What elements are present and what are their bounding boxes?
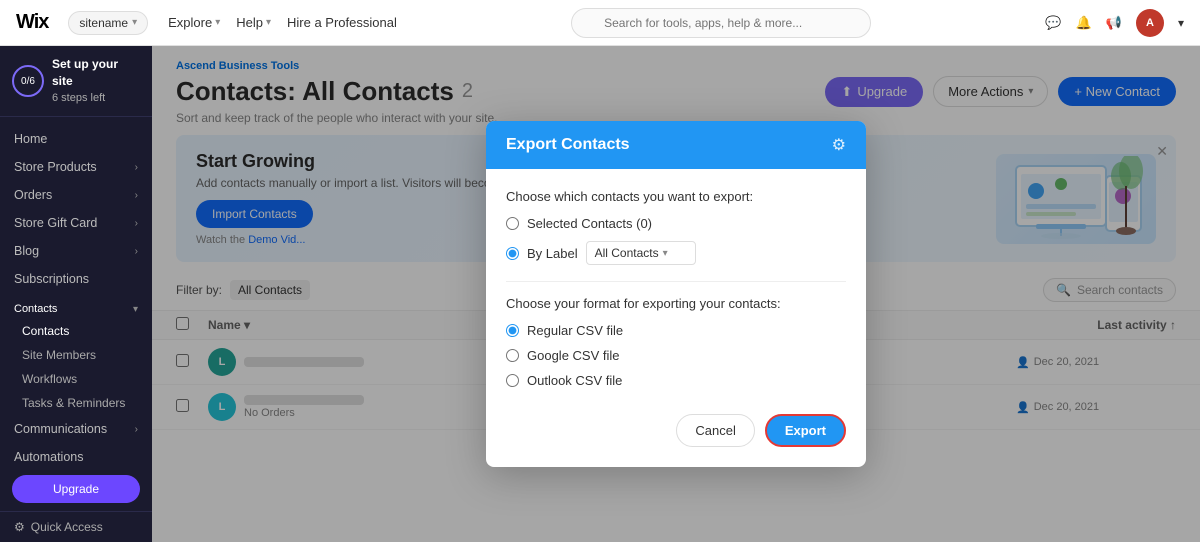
radio-selected-contacts[interactable] (506, 217, 519, 230)
radio-google-csv[interactable] (506, 349, 519, 362)
sidebar-item-automations[interactable]: Automations (0, 443, 152, 467)
avatar[interactable]: A (1136, 9, 1164, 37)
sidebar-sub-contacts[interactable]: Contacts (0, 319, 152, 343)
modal-header: Export Contacts ⚙ (486, 121, 866, 169)
sidebar: 0/6 Set up your site 6 steps left Home S… (0, 46, 152, 542)
modal-overlay: Export Contacts ⚙ Choose which contacts … (152, 46, 1200, 542)
chat-icon[interactable]: 💬 (1045, 15, 1061, 31)
modal-divider (506, 281, 846, 282)
wix-logo: Wix (16, 11, 48, 34)
sidebar-sub-workflows[interactable]: Workflows (0, 367, 152, 391)
sidebar-item-gift-card[interactable]: Store Gift Card› (0, 209, 152, 237)
user-name: ▾ (1178, 16, 1184, 30)
radio-by-label[interactable] (506, 247, 519, 260)
quick-access-icon: ⚙ (14, 520, 25, 534)
megaphone-icon[interactable]: 📢 (1106, 15, 1122, 31)
export-section1-label: Choose which contacts you want to export… (506, 189, 846, 204)
sidebar-sub-site-members[interactable]: Site Members (0, 343, 152, 367)
format-google-csv[interactable]: Google CSV file (506, 348, 846, 363)
modal-title: Export Contacts (506, 136, 630, 154)
contacts-chevron-icon: ▾ (133, 304, 138, 315)
export-contacts-modal: Export Contacts ⚙ Choose which contacts … (486, 121, 866, 467)
modal-close-icon[interactable]: ⚙ (832, 135, 846, 155)
sidebar-setup[interactable]: 0/6 Set up your site 6 steps left (0, 46, 152, 117)
cancel-button[interactable]: Cancel (676, 414, 754, 447)
sidebar-quick-access[interactable]: ⚙ Quick Access (0, 511, 152, 542)
search-container: 🔍 (571, 8, 871, 38)
option-selected-contacts[interactable]: Selected Contacts (0) (506, 216, 846, 231)
label-dropdown-chevron-icon: ▾ (663, 248, 668, 259)
radio-outlook-csv[interactable] (506, 374, 519, 387)
explore-link[interactable]: Explore ▾ (168, 15, 220, 30)
main-content: Ascend Business Tools Contacts: All Cont… (152, 46, 1200, 542)
modal-footer: Cancel Export (506, 404, 846, 447)
sidebar-sub-tasks[interactable]: Tasks & Reminders (0, 391, 152, 415)
setup-text: Set up your site 6 steps left (52, 56, 140, 106)
sidebar-section-contacts[interactable]: Contacts ▾ (0, 293, 152, 319)
global-search-input[interactable] (571, 8, 871, 38)
format-outlook-csv[interactable]: Outlook CSV file (506, 373, 846, 388)
top-nav-links: Explore ▾ Help ▾ Hire a Professional (168, 15, 397, 30)
site-chevron-icon: ▾ (132, 17, 137, 28)
export-button[interactable]: Export (765, 414, 846, 447)
top-nav: Wix sitename ▾ Explore ▾ Help ▾ Hire a P… (0, 0, 1200, 46)
radio-regular-csv[interactable] (506, 324, 519, 337)
option-by-label[interactable]: By Label All Contacts ▾ (506, 241, 846, 265)
sidebar-nav: Home Store Products› Orders› Store Gift … (0, 117, 152, 467)
hire-pro-link[interactable]: Hire a Professional (287, 15, 397, 30)
sidebar-item-blog[interactable]: Blog› (0, 237, 152, 265)
export-who-options: Selected Contacts (0) By Label All Conta… (506, 216, 846, 265)
format-regular-csv[interactable]: Regular CSV file (506, 323, 846, 338)
sidebar-item-home[interactable]: Home (0, 125, 152, 153)
bell-icon[interactable]: 🔔 (1076, 15, 1092, 31)
sidebar-item-store-products[interactable]: Store Products› (0, 153, 152, 181)
setup-progress-circle: 0/6 (12, 65, 44, 97)
modal-body: Choose which contacts you want to export… (486, 169, 866, 467)
sidebar-upgrade-button[interactable]: Upgrade (12, 475, 140, 503)
site-name-pill[interactable]: sitename ▾ (68, 11, 148, 35)
export-format-options: Regular CSV file Google CSV file Outlook… (506, 323, 846, 388)
help-link[interactable]: Help ▾ (236, 15, 271, 30)
export-section2-label: Choose your format for exporting your co… (506, 296, 846, 311)
app-layout: 0/6 Set up your site 6 steps left Home S… (0, 46, 1200, 542)
site-name-label: sitename (79, 16, 128, 30)
top-nav-icons: 💬 🔔 📢 A ▾ (1045, 9, 1184, 37)
sidebar-item-communications[interactable]: Communications› (0, 415, 152, 443)
sidebar-item-subscriptions[interactable]: Subscriptions (0, 265, 152, 293)
top-nav-search-wrapper: 🔍 (417, 8, 1026, 38)
sidebar-item-orders[interactable]: Orders› (0, 181, 152, 209)
label-dropdown[interactable]: All Contacts ▾ (586, 241, 696, 265)
